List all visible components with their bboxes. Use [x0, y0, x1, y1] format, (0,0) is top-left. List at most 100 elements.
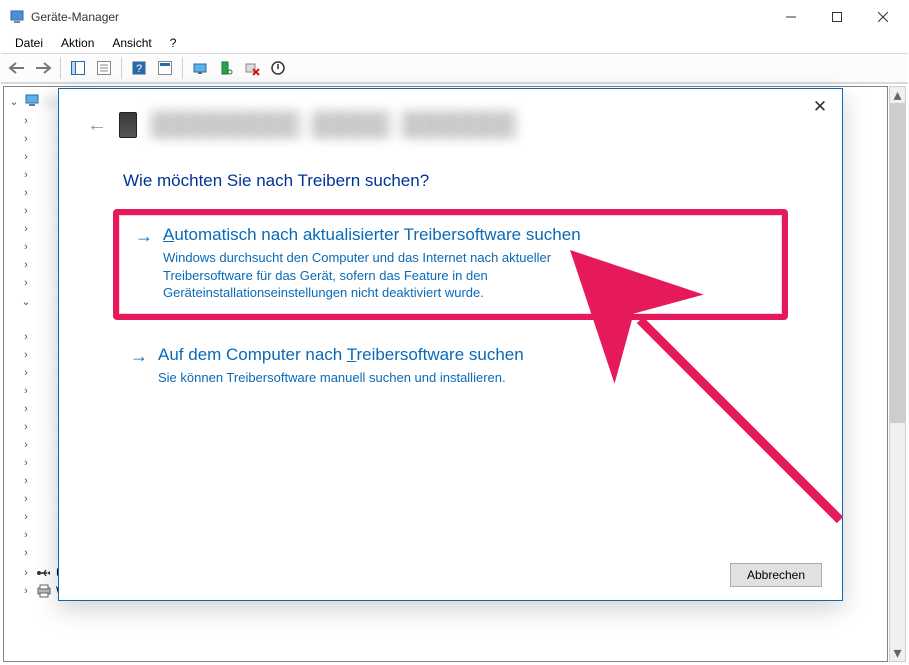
chevron-right-icon: ›	[20, 169, 32, 181]
device-icon	[36, 473, 52, 489]
menu-bar: Datei Aktion Ansicht ?	[1, 33, 908, 53]
device-icon	[36, 167, 52, 183]
chevron-right-icon: ›	[20, 403, 32, 415]
toolbar-uninstall-button[interactable]	[240, 56, 264, 80]
chevron-right-icon: ›	[20, 133, 32, 145]
chevron-right-icon: ›	[20, 277, 32, 289]
toolbar-update-driver-button[interactable]	[214, 56, 238, 80]
device-icon	[36, 455, 52, 471]
app-icon	[9, 9, 25, 25]
titlebar: Geräte-Manager	[1, 1, 908, 33]
chevron-right-icon: ›	[20, 529, 32, 541]
option-title: Automatisch nach aktualisierter Treibers…	[163, 225, 633, 245]
device-icon	[36, 203, 52, 219]
toolbar-separator	[121, 57, 122, 79]
chevron-right-icon: ›	[20, 367, 32, 379]
chevron-right-icon: ›	[20, 205, 32, 217]
toolbar-scan-hardware-button[interactable]	[188, 56, 212, 80]
chevron-right-icon: ›	[20, 567, 32, 579]
chevron-right-icon: ›	[20, 547, 32, 559]
device-icon	[36, 293, 52, 309]
svg-text:?: ?	[136, 63, 142, 75]
device-icon	[36, 383, 52, 399]
chevron-right-icon: ›	[20, 585, 32, 597]
close-window-button[interactable]	[860, 1, 906, 33]
toolbar: ?	[1, 53, 908, 83]
device-icon	[36, 257, 52, 273]
arrow-right-icon: →	[130, 346, 148, 367]
device-icon	[36, 347, 52, 363]
option-browse-computer[interactable]: → Auf dem Computer nach Treibersoftware …	[113, 334, 788, 400]
chevron-right-icon: ›	[20, 439, 32, 451]
device-icon	[36, 401, 52, 417]
device-icon	[36, 221, 52, 237]
chevron-right-icon: ›	[20, 187, 32, 199]
toolbar-separator	[60, 57, 61, 79]
toolbar-disable-button[interactable]	[266, 56, 290, 80]
toolbar-separator	[182, 57, 183, 79]
menu-help[interactable]: ?	[162, 35, 185, 51]
dialog-question: Wie möchten Sie nach Treibern suchen?	[123, 171, 814, 191]
chevron-right-icon: ›	[20, 349, 32, 361]
printer-icon	[36, 583, 52, 599]
window-title: Geräte-Manager	[31, 10, 768, 24]
chevron-right-icon: ›	[20, 457, 32, 469]
chevron-right-icon: ›	[20, 331, 32, 343]
menu-file[interactable]: Datei	[7, 35, 51, 51]
device-icon	[36, 527, 52, 543]
maximize-button[interactable]	[814, 1, 860, 33]
chevron-right-icon: ›	[20, 241, 32, 253]
device-icon	[36, 545, 52, 561]
device-icon	[36, 491, 52, 507]
toolbar-properties-button[interactable]	[92, 56, 116, 80]
chevron-right-icon: ›	[20, 115, 32, 127]
toolbar-help-button[interactable]: ?	[127, 56, 151, 80]
device-icon	[36, 239, 52, 255]
toolbar-back-button[interactable]	[5, 56, 29, 80]
option-search-automatically[interactable]: → Automatisch nach aktualisierter Treibe…	[113, 209, 788, 320]
update-driver-dialog: ✕ ← ████████ ████ ██████ Wie möchten Sie…	[58, 88, 843, 601]
vertical-scrollbar[interactable]: ▴ ▾	[889, 86, 906, 662]
chevron-right-icon: ›	[20, 511, 32, 523]
usb-icon	[36, 565, 52, 581]
device-icon	[36, 365, 52, 381]
device-icon	[36, 131, 52, 147]
minimize-button[interactable]	[768, 1, 814, 33]
toolbar-action-button[interactable]	[153, 56, 177, 80]
device-icon	[36, 113, 52, 129]
device-icon	[119, 112, 137, 138]
computer-icon	[24, 92, 40, 111]
dialog-footer: Abbrechen	[59, 550, 842, 600]
option-title: Auf dem Computer nach Treibersoftware su…	[158, 345, 524, 365]
toolbar-forward-button[interactable]	[31, 56, 55, 80]
chevron-right-icon: ›	[20, 223, 32, 235]
chevron-right-icon: ›	[20, 385, 32, 397]
device-icon	[36, 329, 52, 345]
device-icon	[36, 311, 52, 327]
device-name-redacted: ████████ ████ ██████	[149, 112, 518, 138]
back-arrow-icon[interactable]: ←	[87, 114, 107, 137]
cancel-button[interactable]: Abbrechen	[730, 563, 822, 587]
chevron-down-icon: ⌄	[20, 295, 32, 308]
device-icon	[36, 419, 52, 435]
chevron-right-icon: ›	[20, 493, 32, 505]
chevron-right-icon: ›	[20, 259, 32, 271]
device-icon	[36, 149, 52, 165]
option-description: Windows durchsucht den Computer und das …	[163, 249, 633, 302]
menu-view[interactable]: Ansicht	[104, 35, 159, 51]
chevron-right-icon: ›	[20, 151, 32, 163]
device-icon	[36, 509, 52, 525]
device-icon	[36, 437, 52, 453]
dialog-header: ← ████████ ████ ██████	[87, 107, 814, 143]
option-description: Sie können Treibersoftware manuell suche…	[158, 369, 524, 387]
scroll-up-arrow-icon[interactable]: ▴	[890, 87, 905, 103]
device-icon	[36, 185, 52, 201]
scrollbar-thumb[interactable]	[890, 103, 905, 423]
toolbar-show-hide-tree-button[interactable]	[66, 56, 90, 80]
arrow-right-icon: →	[135, 226, 153, 247]
chevron-right-icon: ›	[20, 421, 32, 433]
chevron-down-icon: ⌄	[8, 95, 20, 108]
device-icon	[36, 275, 52, 291]
menu-action[interactable]: Aktion	[53, 35, 102, 51]
scroll-down-arrow-icon[interactable]: ▾	[890, 645, 905, 661]
